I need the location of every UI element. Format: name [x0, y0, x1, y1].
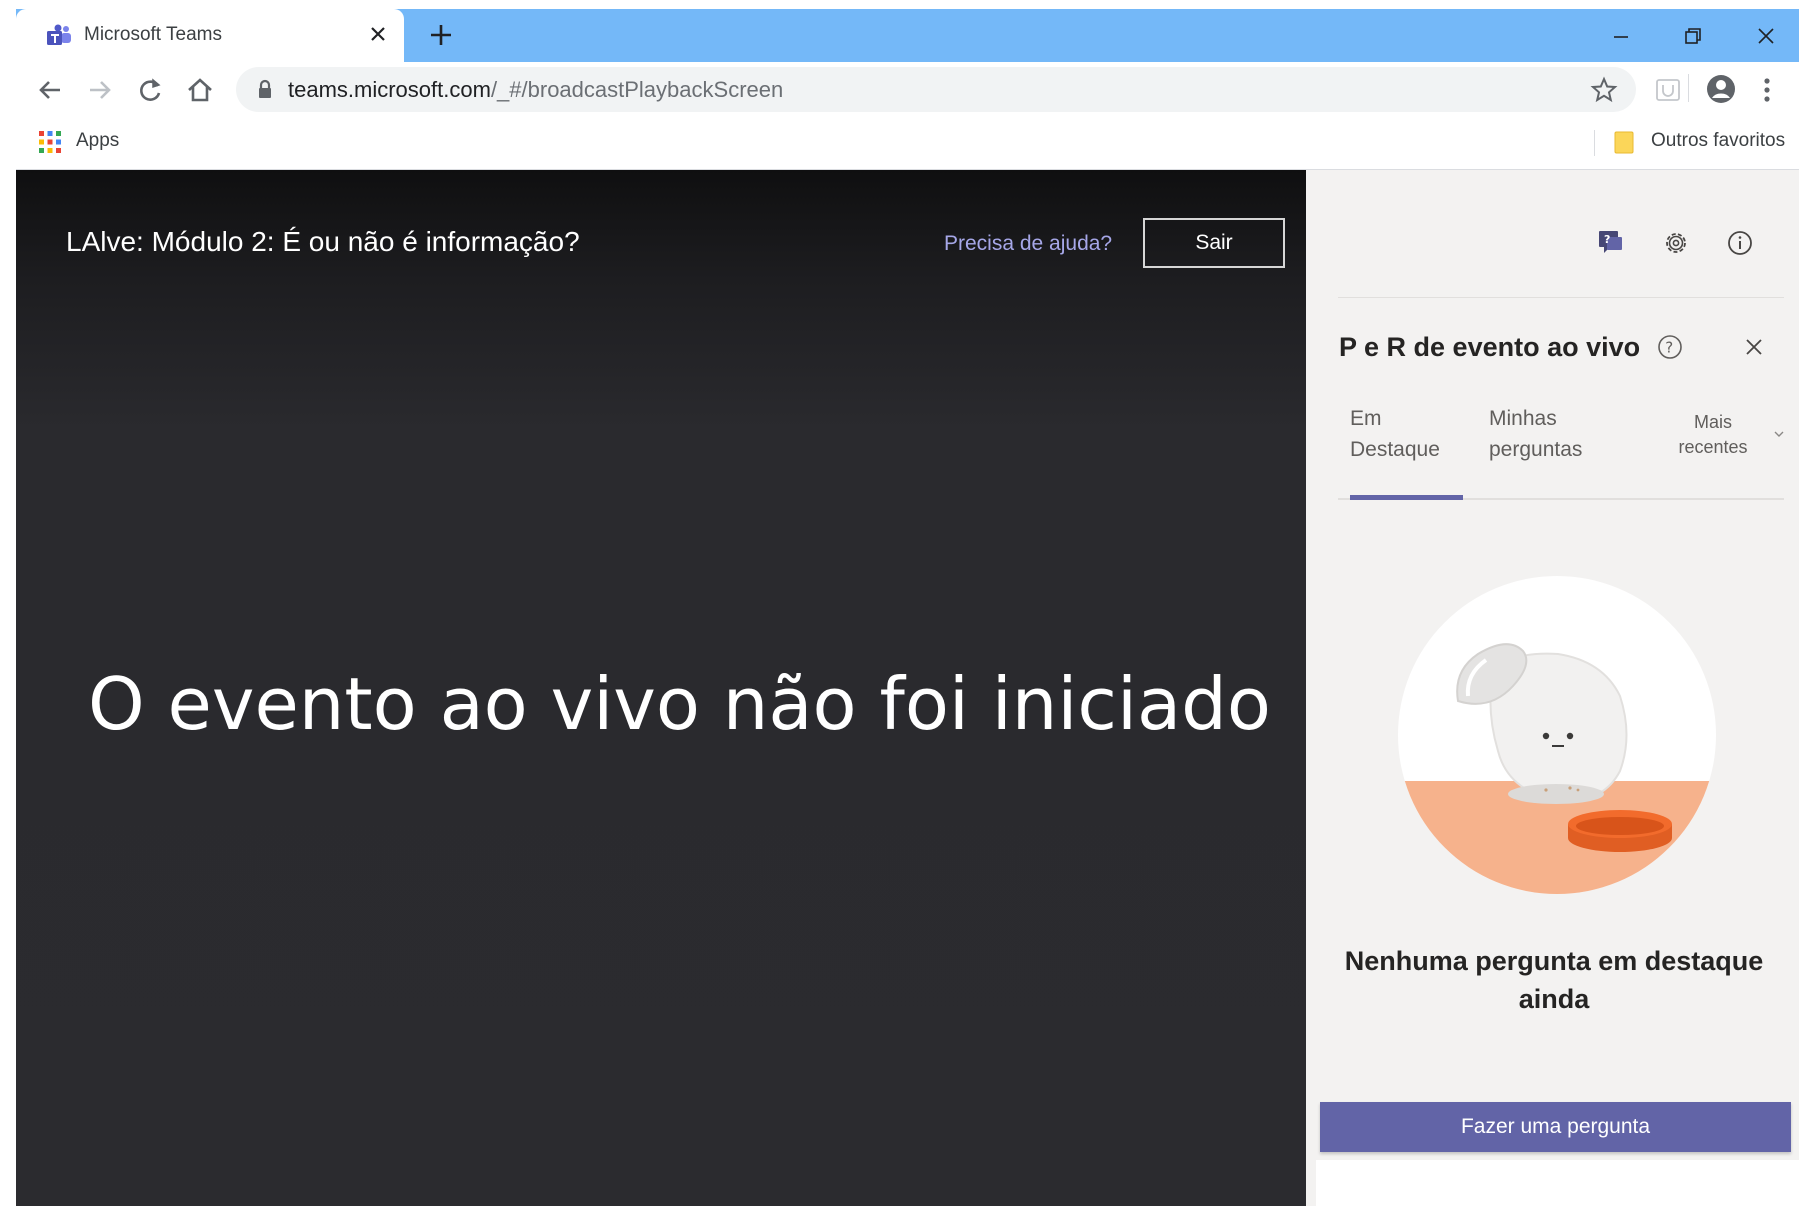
browser-tab[interactable]: Microsoft Teams — [16, 9, 404, 62]
apps-grid-icon[interactable] — [38, 130, 62, 154]
broadcast-player: LAlve: Módulo 2: É ou não é informação? … — [16, 170, 1306, 1206]
address-bar[interactable]: teams.microsoft.com/_#/broadcastPlayback… — [236, 67, 1636, 112]
tab-featured-line2: Destaque — [1350, 438, 1440, 461]
minimize-icon[interactable] — [1606, 21, 1636, 51]
url-text[interactable]: teams.microsoft.com/_#/broadcastPlayback… — [288, 77, 783, 103]
home-icon[interactable] — [184, 74, 216, 106]
reload-icon[interactable] — [134, 74, 166, 106]
tab-strip: Microsoft Teams — [16, 9, 1799, 62]
sort-dropdown[interactable]: Mais recentes — [1658, 410, 1768, 460]
forward-arrow-icon[interactable] — [84, 74, 116, 106]
tab-my-questions-line2: perguntas — [1489, 438, 1583, 461]
other-bookmarks[interactable]: Outros favoritos — [1651, 130, 1785, 152]
profile-icon[interactable] — [1705, 73, 1737, 105]
browser-toolbar: teams.microsoft.com/_#/broadcastPlayback… — [16, 62, 1799, 118]
restore-icon[interactable] — [1678, 21, 1708, 51]
qa-icon[interactable]: ? — [1596, 228, 1626, 258]
empty-state-message: Nenhuma pergunta em destaque ainda — [1344, 946, 1764, 1014]
panel-footer — [1316, 1160, 1799, 1206]
new-tab-icon[interactable] — [426, 20, 456, 50]
url-path: /_#/broadcastPlaybackScreen — [490, 77, 784, 102]
star-icon[interactable] — [1590, 76, 1618, 104]
apps-bookmark[interactable]: Apps — [76, 130, 119, 152]
url-host: teams.microsoft.com — [288, 77, 491, 102]
tab-featured[interactable]: Em Destaque — [1350, 403, 1460, 465]
empty-jar-illustration — [1398, 576, 1716, 894]
qa-side-panel: ? P e R de evento ao vivo ? Em Destaque … — [1306, 170, 1799, 1206]
sort-line2: recentes — [1678, 437, 1748, 457]
tab-title: Microsoft Teams — [84, 24, 222, 45]
tab-my-questions-line1: Minhas — [1489, 407, 1557, 430]
tab-featured-line1: Em — [1350, 407, 1382, 430]
back-arrow-icon[interactable] — [34, 74, 66, 106]
tab-my-questions[interactable]: Minhas perguntas — [1489, 403, 1619, 465]
event-status-message: O evento ao vivo não foi iniciado — [88, 662, 1271, 746]
svg-text:?: ? — [1665, 339, 1673, 357]
ask-question-button[interactable]: Fazer uma pergunta — [1320, 1102, 1791, 1152]
gear-icon[interactable] — [1661, 228, 1691, 258]
exit-button[interactable]: Sair — [1143, 218, 1285, 268]
active-tab-indicator — [1350, 495, 1463, 500]
svg-text:?: ? — [1604, 233, 1610, 246]
close-tab-icon[interactable] — [366, 22, 390, 46]
help-link[interactable]: Precisa de ajuda? — [944, 232, 1112, 256]
qa-panel-title: P e R de evento ao vivo — [1339, 332, 1641, 362]
teams-icon — [47, 24, 71, 45]
bookmarks-separator — [1594, 130, 1595, 156]
close-window-icon[interactable] — [1751, 21, 1781, 51]
folder-icon[interactable] — [1613, 129, 1635, 155]
bookmarks-bar: Apps Outros favoritos — [16, 118, 1799, 170]
panel-divider — [1338, 297, 1784, 298]
toolbar-separator — [1688, 74, 1689, 102]
help-circle-icon[interactable]: ? — [1656, 333, 1684, 361]
info-icon[interactable] — [1725, 228, 1755, 258]
event-title: LAlve: Módulo 2: É ou não é informação? — [66, 226, 580, 257]
sort-line1: Mais — [1693, 412, 1732, 432]
extension-icon[interactable] — [1652, 74, 1684, 106]
close-icon[interactable] — [1742, 335, 1766, 359]
lock-icon[interactable] — [256, 78, 274, 100]
chevron-down-icon[interactable] — [1771, 426, 1787, 442]
menu-dots-icon[interactable] — [1751, 74, 1783, 106]
